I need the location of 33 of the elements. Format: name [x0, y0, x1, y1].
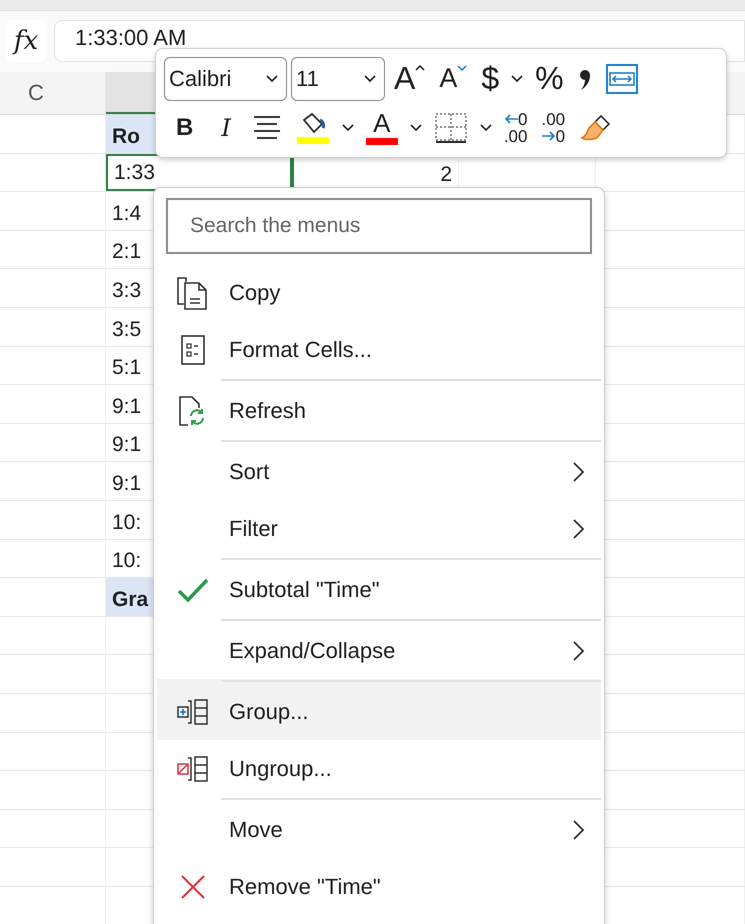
- format-cells-icon: [181, 334, 205, 364]
- chevron-down-icon: [342, 124, 354, 132]
- chevron-down-icon: [266, 74, 278, 82]
- caret-up-icon: [415, 64, 426, 70]
- menu-item[interactable]: Move: [157, 797, 601, 858]
- chevron-down-icon: [480, 124, 492, 132]
- decrease-decimal-button[interactable]: .00 0: [536, 106, 570, 150]
- menu-item[interactable]: Ungroup...: [157, 740, 601, 797]
- caret-down-icon: [457, 64, 468, 70]
- chevron-down-icon: [410, 124, 422, 132]
- refresh-icon: [179, 396, 207, 426]
- arrow-right-icon: [542, 131, 556, 141]
- copy-icon: [176, 276, 210, 310]
- align-center-icon: [252, 114, 282, 140]
- group-icon: [177, 698, 209, 724]
- font-color-button[interactable]: A: [360, 106, 403, 150]
- paint-bucket-icon: [296, 112, 330, 144]
- function-label[interactable]: fx: [6, 20, 46, 62]
- font-dropdown[interactable]: Calibri: [164, 56, 287, 100]
- chevron-down-icon: [511, 74, 524, 82]
- increase-decimal-button[interactable]: 0 .00: [498, 106, 532, 150]
- close-icon: [180, 874, 206, 900]
- column-width-icon: [606, 64, 638, 94]
- search-field[interactable]: Search the menus: [166, 198, 592, 254]
- table-cell: 2: [440, 163, 452, 188]
- font-size-dropdown[interactable]: 11: [291, 56, 385, 100]
- menu-item[interactable]: Expand/Collapse: [157, 618, 601, 679]
- menu-item[interactable]: Remove "Time": [157, 858, 601, 915]
- arrow-left-icon: [504, 114, 518, 124]
- borders-icon: [434, 112, 468, 144]
- chevron-down-icon: [364, 74, 376, 82]
- ungroup-icon: [177, 756, 209, 782]
- menu-item[interactable]: Group...: [157, 679, 601, 740]
